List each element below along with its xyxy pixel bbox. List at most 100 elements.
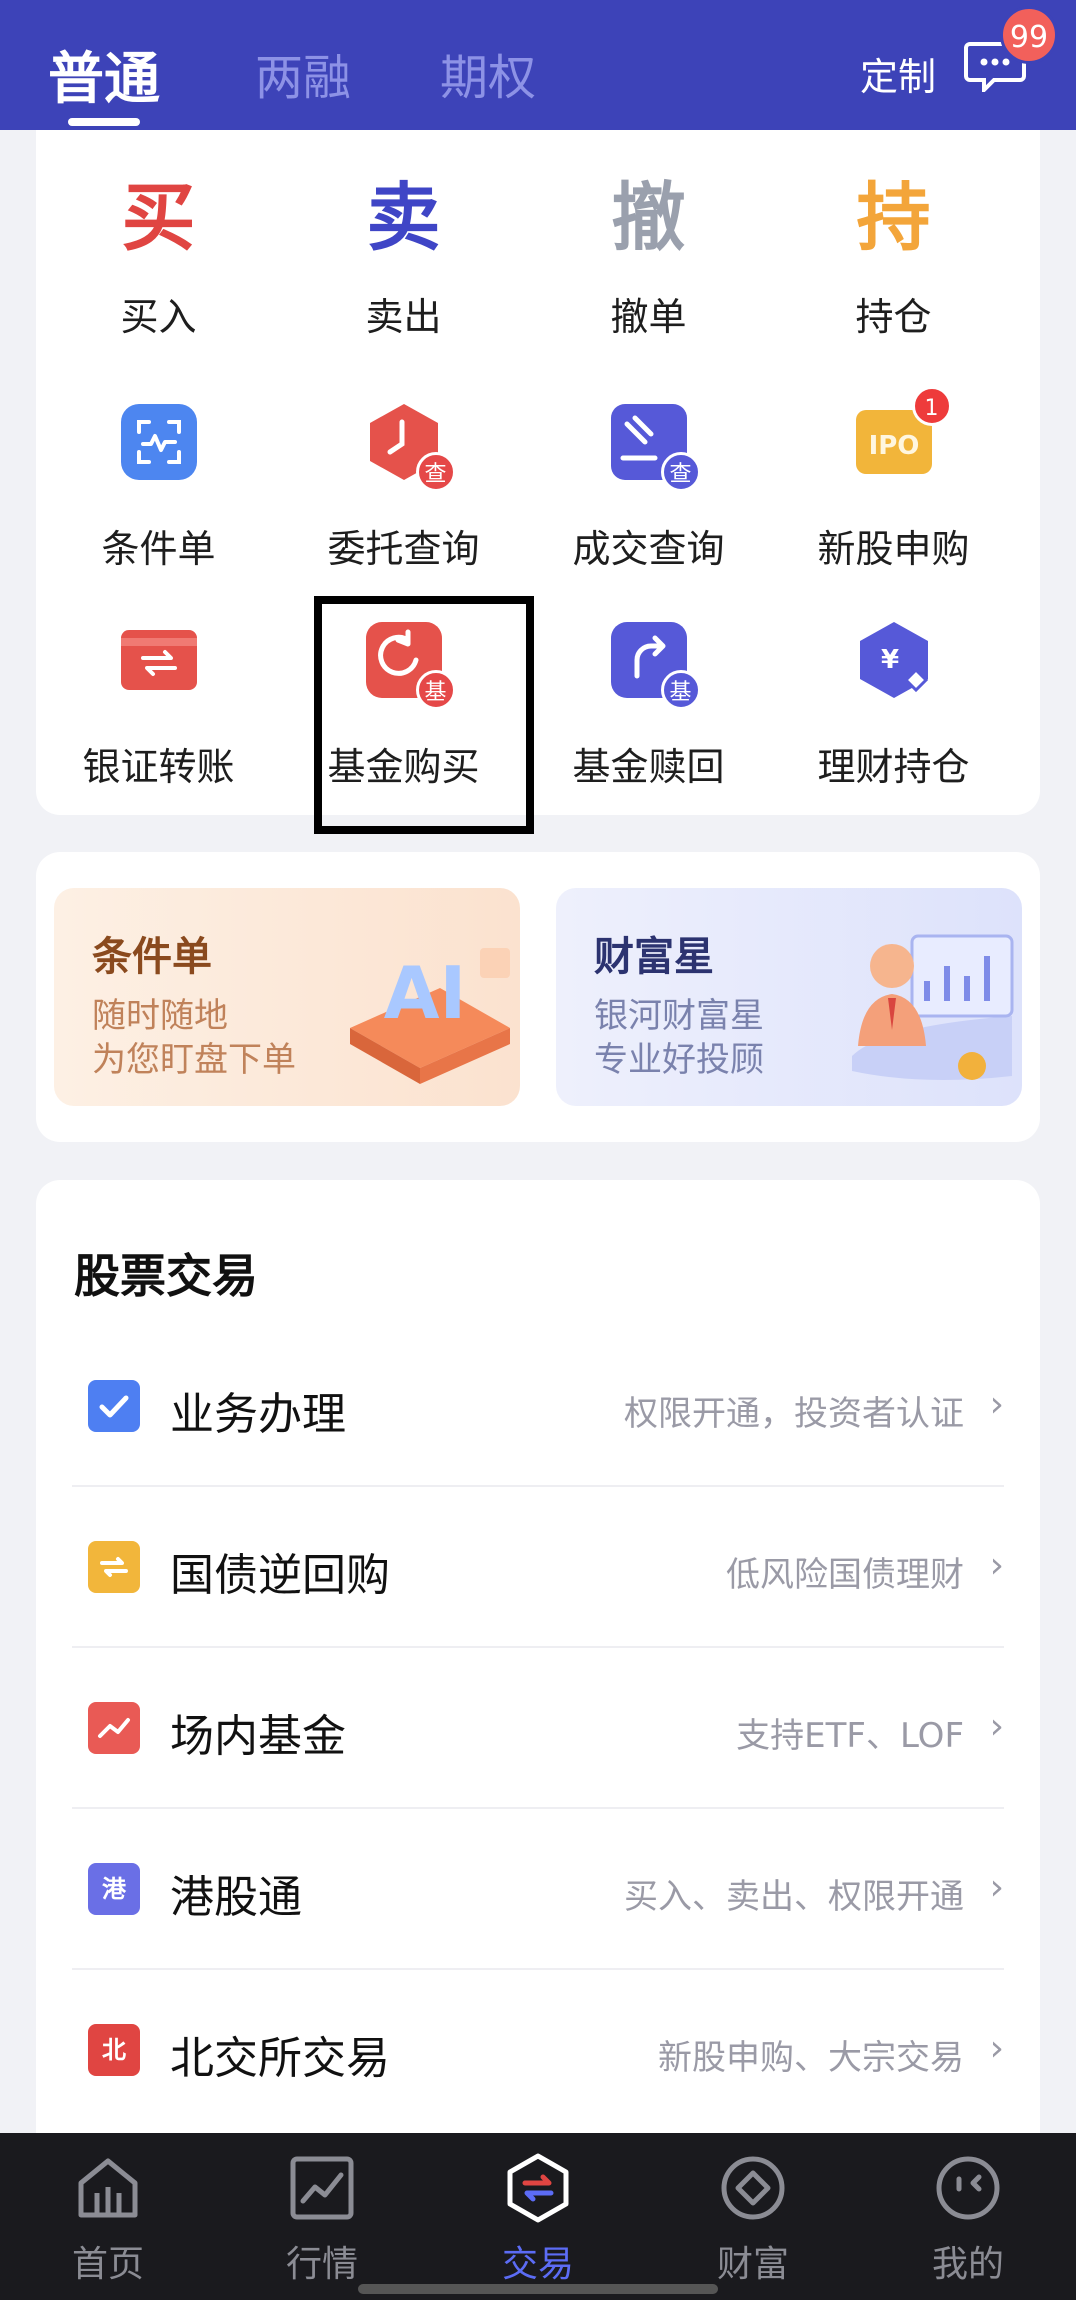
positions-glyph: 持 [856,175,931,261]
positions-action[interactable]: 持 持仓 [771,168,1016,341]
list-item-subtitle: 买入、卖出、权限开通 [624,1877,964,1917]
fund-redeem-label: 基金赎回 [572,745,725,789]
sell-action[interactable]: 卖 卖出 [281,168,526,341]
nav-wealth[interactable]: 财富 [683,2153,823,2287]
bottom-nav: 首页 行情 交易 财富 我的 [0,2133,1076,2300]
stock-trading-card: 股票交易 业务办理 权限开通，投资者认证 › 国债逆回购 低风险国债理财 › 场… [36,1180,1040,2160]
bank-transfer-label: 银证转账 [82,745,235,789]
chevron-right-icon: › [989,1867,1004,1908]
trade-query-label: 成交查询 [572,527,725,571]
nav-market[interactable]: 行情 [252,2153,392,2287]
promo-right-line1: 银河财富星 [594,996,764,1036]
conditional-order-label: 条件单 [101,527,216,571]
query-badge: 查 [415,452,456,492]
cancel-order-label: 撤单 [610,295,687,339]
wealth-holding-action[interactable]: ¥ 理财持仓 [771,620,1016,791]
nav-trade[interactable]: 交易 [468,2153,608,2287]
chevron-right-icon: › [989,1545,1004,1586]
highlight-frame [314,596,534,834]
promo-left-line1: 随时随地 [92,996,228,1036]
wealth-holding-label: 理财持仓 [817,745,970,789]
bj-icon: 北 [88,2024,140,2076]
list-item-hk-connect[interactable]: 港 港股通 买入、卖出、权限开通 › [72,1809,1004,1970]
tab-margin[interactable]: 两融 [255,38,351,108]
order-query-action[interactable]: 查 委托查询 [281,402,526,573]
ipo-subscribe-label: 新股申购 [817,527,970,571]
ipo-icon: IPO 1 [854,386,952,482]
list-item-title: 场内基金 [170,1711,346,1762]
nav-label: 行情 [285,2244,358,2285]
wealth-icon [721,2156,785,2220]
promo-left-title: 条件单 [92,934,212,980]
nav-home[interactable]: 首页 [38,2153,178,2287]
buy-glyph: 买 [121,175,196,261]
ipo-count-badge: 1 [911,386,952,426]
ai-illustration-text: AI [384,951,467,1035]
chevron-right-icon: › [989,2028,1004,2069]
top-header: 普通 两融 期权 定制 99 [0,0,1076,130]
ai-illustration-icon: AI [350,948,510,1084]
wealth-holding-icon: ¥ [854,620,934,700]
card-transfer-icon [119,620,199,700]
buy-action[interactable]: 买 买入 [36,168,281,341]
order-query-label: 委托查询 [327,527,480,571]
ipo-icon-text: IPO [868,431,919,461]
cancel-glyph: 撤 [611,175,686,261]
gavel-query-icon: 查 [609,402,701,492]
chart-icon [88,1702,140,1754]
promo-right-title: 财富星 [594,934,714,980]
list-item-title: 港股通 [170,1872,302,1923]
quick-actions-card: 买 买入 卖 卖出 撤 撤单 持 持仓 条件单 查 委托查询 查 成交查询 IP… [36,130,1040,815]
fund-redeem-icon: 基 [609,620,701,710]
checkbox-icon [88,1380,140,1432]
list-item-subtitle: 支持ETF、LOF [736,1716,964,1756]
sell-label: 卖出 [365,295,442,339]
promo-right-line2: 专业好投顾 [594,1040,764,1080]
buy-label: 买入 [120,295,197,339]
fund-badge: 基 [660,670,701,710]
query-badge: 查 [660,452,701,492]
list-item-exchange-fund[interactable]: 场内基金 支持ETF、LOF › [72,1648,1004,1809]
list-item-subtitle: 低风险国债理财 [726,1555,964,1595]
active-tab-indicator [68,118,140,126]
bank-transfer-action[interactable]: 银证转账 [36,620,281,791]
clock-query-icon: 查 [364,402,456,492]
section-title: 股票交易 [74,1249,258,1303]
tab-options[interactable]: 期权 [440,38,536,108]
list-item-title: 国债逆回购 [170,1550,390,1601]
list-item-subtitle: 权限开通，投资者认证 [624,1394,964,1434]
sell-glyph: 卖 [366,175,441,261]
list-item-subtitle: 新股申购、大宗交易 [658,2038,964,2078]
list-item-reverse-repo[interactable]: 国债逆回购 低风险国债理财 › [72,1487,1004,1648]
promo-left-line2: 为您盯盘下单 [92,1040,296,1080]
yuan-glyph: ¥ [880,645,898,675]
chevron-right-icon: › [989,1384,1004,1425]
message-count-badge: 99 [1000,6,1058,64]
chevron-right-icon: › [989,1706,1004,1747]
list-item-title: 北交所交易 [170,2033,390,2084]
list-item-business[interactable]: 业务办理 权限开通，投资者认证 › [72,1326,1004,1487]
trade-icon [507,2153,569,2223]
conditional-order-action[interactable]: 条件单 [36,402,281,573]
list-item-bse-trading[interactable]: 北 北交所交易 新股申购、大宗交易 › [72,1970,1004,2131]
repo-icon [88,1541,140,1593]
cancel-order-action[interactable]: 撤 撤单 [526,168,771,341]
hk-icon: 港 [88,1863,140,1915]
conditional-order-promo[interactable]: 条件单 随时随地 为您盯盘下单 AI [54,888,520,1106]
promo-card: 条件单 随时随地 为您盯盘下单 AI 财富星 银河财富星 专业好投顾 [36,852,1040,1142]
scan-icon [119,402,199,482]
wealth-star-promo[interactable]: 财富星 银河财富星 专业好投顾 [556,888,1022,1106]
positions-label: 持仓 [855,295,932,339]
fund-redeem-action[interactable]: 基 基金赎回 [526,620,771,791]
advisor-illustration-icon [852,934,1014,1080]
customize-button[interactable]: 定制 [860,46,936,101]
trade-query-action[interactable]: 查 成交查询 [526,402,771,573]
tab-normal[interactable]: 普通 [48,34,160,115]
ipo-subscribe-action[interactable]: IPO 1 新股申购 [771,386,1016,573]
list-item-title: 业务办理 [170,1389,346,1440]
home-indicator [358,2284,718,2294]
nav-label: 首页 [71,2244,144,2285]
market-icon [290,2156,354,2220]
nav-profile[interactable]: 我的 [898,2153,1038,2287]
profile-icon [936,2156,1000,2220]
